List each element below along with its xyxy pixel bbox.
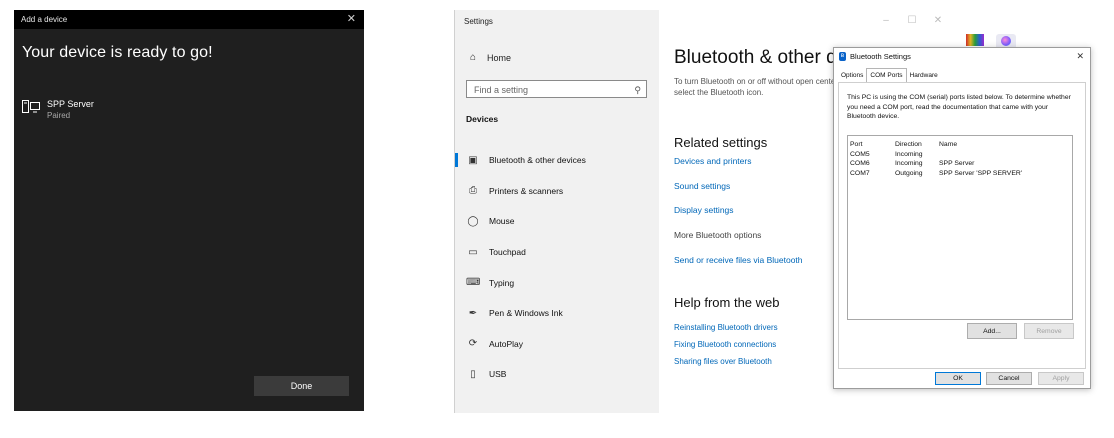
computer-device-icon xyxy=(22,100,40,113)
nav-item-label: Touchpad xyxy=(489,247,526,258)
close-icon[interactable]: ✕ xyxy=(347,10,356,29)
column-port[interactable]: Port xyxy=(850,140,895,150)
nav-item-autoplay[interactable]: ⟳ AutoPlay xyxy=(455,329,659,360)
pen-icon: ✒ xyxy=(468,307,478,319)
com-ports-list[interactable]: Port Direction Name COM5 Incoming COM6 I… xyxy=(847,135,1073,320)
printer-icon: ⎙ xyxy=(469,185,477,197)
close-icon[interactable]: ✕ xyxy=(1076,48,1084,65)
name-cell: SPP Server xyxy=(939,160,975,167)
nav-item-typing[interactable]: ⌨ Typing xyxy=(455,267,659,298)
link-sound-settings[interactable]: Sound settings xyxy=(674,181,730,191)
autoplay-icon: ⟳ xyxy=(468,338,478,350)
bt-tabs: Options COM Ports Hardware xyxy=(838,68,941,82)
bluetooth-devices-icon: ▣ xyxy=(468,154,478,166)
link-devices-printers[interactable]: Devices and printers xyxy=(674,156,751,166)
tab-hardware[interactable]: Hardware xyxy=(907,69,941,82)
nav-item-label: USB xyxy=(489,369,507,380)
com-ports-panel: This PC is using the COM (serial) ports … xyxy=(838,82,1086,369)
nav-item-label: Typing xyxy=(489,277,515,288)
com-ports-description: This PC is using the COM (serial) ports … xyxy=(847,94,1071,120)
column-direction[interactable]: Direction xyxy=(895,140,939,150)
remove-port-button[interactable]: Remove xyxy=(1024,323,1074,339)
tab-com-ports[interactable]: COM Ports xyxy=(866,68,907,82)
nav-item-bluetooth[interactable]: ▣ Bluetooth & other devices xyxy=(455,145,659,176)
close-icon[interactable]: ✕ xyxy=(925,15,951,26)
add-port-button[interactable]: Add... xyxy=(967,323,1017,339)
apply-button[interactable]: Apply xyxy=(1038,372,1084,385)
section-header: Devices xyxy=(466,114,499,124)
device-status: Paired xyxy=(47,111,71,120)
nav-item-label: Printers & scanners xyxy=(489,185,564,196)
keyboard-icon: ⌨ xyxy=(466,277,481,289)
nav-item-label: Pen & Windows Ink xyxy=(489,308,563,319)
direction-cell: Incoming xyxy=(895,150,923,158)
nav-home[interactable]: ⌂ Home xyxy=(466,52,511,63)
nav-item-usb[interactable]: ▯ USB xyxy=(455,359,659,390)
nav-item-printers[interactable]: ⎙ Printers & scanners xyxy=(455,176,659,207)
home-icon: ⌂ xyxy=(469,52,477,63)
link-sharing-files[interactable]: Sharing files over Bluetooth xyxy=(674,357,772,366)
link-fixing-connections[interactable]: Fixing Bluetooth connections xyxy=(674,340,776,349)
related-settings-heading: Related settings xyxy=(674,135,768,150)
device-name: SPP Server xyxy=(47,99,94,109)
done-button[interactable]: Done xyxy=(254,376,349,396)
nav-item-label: AutoPlay xyxy=(489,338,524,349)
name-cell: SPP Server 'SPP SERVER' xyxy=(939,169,1023,177)
search-placeholder: Find a setting xyxy=(474,85,529,95)
paired-device-item[interactable]: SPP Server Paired xyxy=(22,98,94,121)
window-controls: – ☐ ✕ xyxy=(873,15,951,26)
port-cell: COM6 xyxy=(850,160,870,167)
app-icon xyxy=(966,34,984,46)
port-cell: COM5 xyxy=(850,150,870,158)
bluetooth-settings-dialog: ʙ Bluetooth Settings ✕ Options COM Ports… xyxy=(833,47,1091,389)
touchpad-icon: ▭ xyxy=(468,246,478,258)
nav-item-label: Mouse xyxy=(489,216,515,227)
bt-dialog-titlebar: ʙ Bluetooth Settings ✕ xyxy=(834,48,1090,65)
usb-icon: ▯ xyxy=(470,368,476,380)
search-icon: ⚲ xyxy=(634,85,641,95)
list-item[interactable]: COM6 Incoming SPP Server xyxy=(848,159,1072,169)
home-label: Home xyxy=(487,52,512,63)
bt-dialog-title: Bluetooth Settings xyxy=(850,52,911,61)
page-title: Bluetooth & other de xyxy=(674,47,848,68)
link-more-bluetooth-options[interactable]: More Bluetooth options xyxy=(674,230,761,240)
nav-item-mouse[interactable]: ◯ Mouse xyxy=(455,206,659,237)
direction-cell: Incoming xyxy=(895,160,923,167)
link-display-settings[interactable]: Display settings xyxy=(674,205,734,215)
nav-item-label: Bluetooth & other devices xyxy=(489,155,586,166)
add-device-title: Add a device xyxy=(21,15,68,24)
mouse-icon: ◯ xyxy=(467,215,479,227)
column-name[interactable]: Name xyxy=(939,140,1072,150)
link-send-receive-files[interactable]: Send or receive files via Bluetooth xyxy=(674,255,803,265)
minimize-icon[interactable]: – xyxy=(873,15,899,26)
bluetooth-icon: ʙ xyxy=(839,52,846,61)
nav-list: ▣ Bluetooth & other devices ⎙ Printers &… xyxy=(455,145,659,390)
list-header: Port Direction Name xyxy=(848,140,1072,150)
nav-item-pen[interactable]: ✒ Pen & Windows Ink xyxy=(455,298,659,329)
list-item[interactable]: COM5 Incoming xyxy=(848,150,1072,160)
name-cell xyxy=(939,150,1072,160)
tab-options[interactable]: Options xyxy=(838,69,866,82)
maximize-icon[interactable]: ☐ xyxy=(899,15,925,26)
add-device-headline: Your device is ready to go! xyxy=(22,44,213,61)
search-input[interactable]: Find a setting ⚲ xyxy=(466,80,647,98)
settings-title: Settings xyxy=(464,17,493,26)
nav-item-touchpad[interactable]: ▭ Touchpad xyxy=(455,237,659,268)
help-heading: Help from the web xyxy=(674,295,780,310)
add-device-titlebar: Add a device ✕ xyxy=(14,10,364,29)
port-cell: COM7 xyxy=(850,169,870,177)
list-item[interactable]: COM7 Outgoing SPP Server 'SPP SERVER' xyxy=(848,169,1072,179)
ok-button[interactable]: OK xyxy=(935,372,981,385)
add-device-window: Add a device ✕ Your device is ready to g… xyxy=(14,10,364,411)
link-reinstalling-drivers[interactable]: Reinstalling Bluetooth drivers xyxy=(674,323,778,332)
direction-cell: Outgoing xyxy=(895,169,923,177)
cancel-button[interactable]: Cancel xyxy=(986,372,1032,385)
